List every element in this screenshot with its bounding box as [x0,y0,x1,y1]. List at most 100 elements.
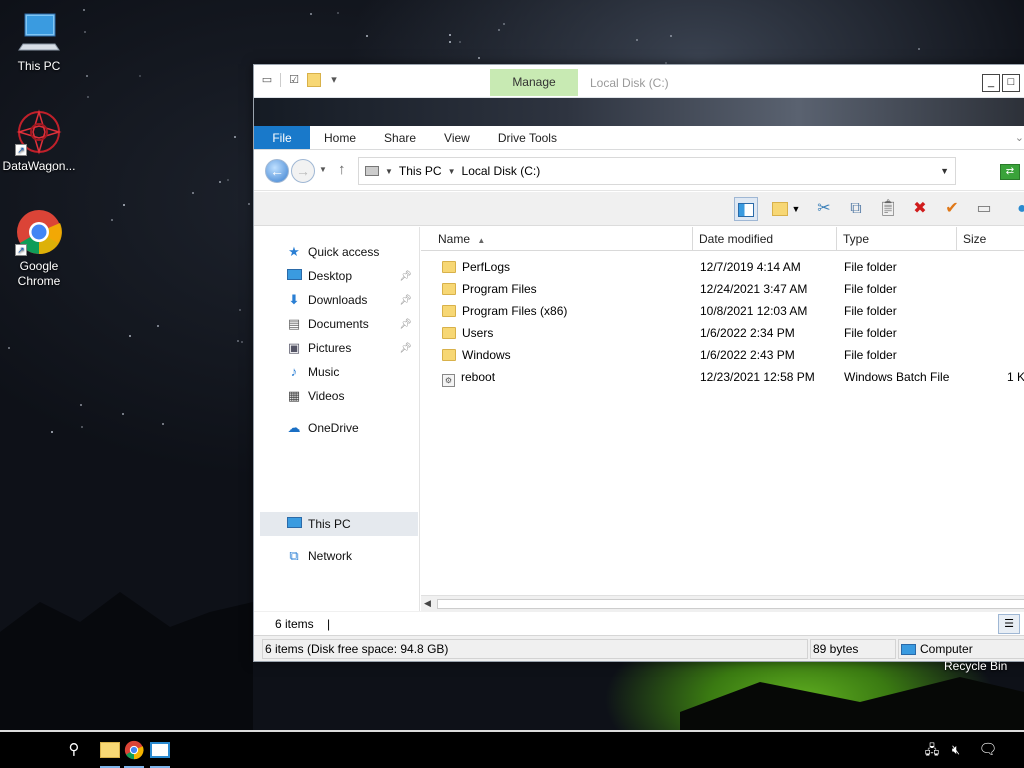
pin-icon[interactable]: 📌︎ [399,295,412,306]
nav-item-quick-access[interactable]: ★ Quick access [260,240,418,264]
address-dropdown-icon[interactable]: ▼ [940,166,949,176]
preview-pane-button[interactable] [734,197,758,221]
chevron-down-icon[interactable]: ▼ [790,197,802,221]
star-dot [449,34,451,36]
star-icon: ★ [288,244,300,259]
file-type: Windows Batch File [844,370,950,384]
delete-icon[interactable]: ✖ [908,197,932,221]
up-button[interactable]: ↑ [338,161,346,178]
nav-item-label: Documents [308,317,369,331]
file-name: Program Files (x86) [462,304,568,318]
file-row[interactable]: Users 1/6/2022 2:34 PM File folder [421,322,1024,344]
refresh-button[interactable]: ⇄ [1000,164,1020,180]
volume-muted-icon[interactable]: 🔇︎ [944,738,968,762]
pin-icon[interactable]: 📌︎ [399,319,412,330]
file-explorer-window: ▭ ☑ ▾ Manage Local Disk (C:) _ □ File Ho… [253,64,1024,662]
tab-view[interactable]: View [430,126,484,149]
network-icon: ⧉ [289,548,299,563]
nav-item-downloads[interactable]: ⬇ Downloads 📌︎ [260,288,418,312]
minimize-button[interactable]: _ [982,74,1000,92]
star-dot [310,13,312,15]
paste-icon[interactable]: 📋︎ [876,197,900,221]
globe-icon[interactable]: ● [1010,197,1024,221]
computer-icon [901,643,916,655]
file-row[interactable]: ⚙ reboot 12/23/2021 12:58 PM Windows Batc… [421,366,1024,388]
cut-icon[interactable]: ✂ [812,197,836,221]
file-type: File folder [844,304,897,318]
expand-ribbon-icon[interactable]: ⌄ [1015,131,1024,144]
desktop-icon-this-pc[interactable]: This PC [0,8,79,74]
back-button[interactable]: ← [265,159,289,183]
cloud-icon: ☁ [287,420,301,435]
batch-file-icon: ⚙ [442,374,455,387]
column-header-size[interactable]: Size [957,227,1024,251]
column-header-type[interactable]: Type [837,227,957,251]
nav-item-label: Desktop [308,269,353,283]
properties-icon[interactable]: ☑ [287,73,301,87]
scroll-left-icon[interactable]: ◀ [424,598,431,609]
chevron-down-icon[interactable]: ▼ [448,167,456,176]
forward-button[interactable]: → [291,159,315,183]
column-header-label: Name [438,232,471,246]
star-dot [111,219,113,221]
nav-item-music[interactable]: ♪ Music [260,360,418,384]
windows-logo-icon [27,740,41,754]
folder-icon [442,283,456,295]
network-tray-icon[interactable]: 🖧︎ [920,738,944,762]
tab-file[interactable]: File [254,126,310,149]
column-header-date-modified[interactable]: Date modified [693,227,837,251]
breadcrumb-this-pc[interactable]: This PC [399,164,442,178]
folder-icon [442,261,456,273]
maximize-button[interactable]: □ [1002,74,1020,92]
pin-icon[interactable]: 📌︎ [399,343,412,354]
nav-item-network[interactable]: ⧉ Network [260,544,418,568]
tab-manage[interactable]: Manage [490,69,578,96]
nav-item-pictures[interactable]: ▣ Pictures 📌︎ [260,336,418,360]
tab-home[interactable]: Home [310,126,370,149]
rename-icon[interactable]: ▭ [972,197,996,221]
desktop-icon-datawagon[interactable]: ↗ DataWagon... [0,108,79,174]
tab-drive-tools[interactable]: Drive Tools [484,126,571,149]
address-bar[interactable]: ▼ This PC ▼ Local Disk (C:) ▼ [358,157,956,185]
nav-item-videos[interactable]: ▦ Videos [260,384,418,408]
computer-icon [15,8,63,56]
pin-icon[interactable]: 📌︎ [399,271,412,282]
horizontal-scrollbar[interactable]: ◀ [421,595,1024,611]
column-header-name[interactable]: Name ▲ [421,227,693,251]
desktop-icon-chrome[interactable]: ↗ Google Chrome [0,208,79,289]
file-row[interactable]: Windows 1/6/2022 2:43 PM File folder [421,344,1024,366]
chrome-taskbar-button[interactable] [122,738,146,768]
chevron-down-icon[interactable]: ▾ [327,73,341,87]
checkmark-icon[interactable]: ✔ [940,197,964,221]
search-icon[interactable]: ⚲ [62,738,86,762]
chevron-down-icon[interactable]: ▼ [385,167,393,176]
desktop-icon-label[interactable]: Recycle Bin [944,659,1007,673]
nav-item-this-pc[interactable]: This PC [260,512,418,536]
star-dot [670,35,672,37]
app-taskbar-button[interactable] [148,738,172,768]
nav-item-onedrive[interactable]: ☁ OneDrive [260,416,418,440]
layout-button[interactable] [768,197,792,221]
file-date: 1/6/2022 2:34 PM [700,326,795,340]
recent-locations-icon[interactable]: ▼ [319,165,327,174]
chrome-icon [124,740,144,760]
file-row[interactable]: Program Files 12/24/2021 3:47 AM File fo… [421,278,1024,300]
tab-share[interactable]: Share [370,126,430,149]
file-row[interactable]: Program Files (x86) 10/8/2021 12:03 AM F… [421,300,1024,322]
new-folder-icon[interactable] [307,73,321,87]
star-dot [129,335,131,337]
scrollbar-thumb[interactable] [437,599,1024,609]
start-button[interactable] [22,738,46,762]
file-row[interactable]: PerfLogs 12/7/2019 4:14 AM File folder [421,256,1024,278]
details-view-icon[interactable]: ☰ [998,614,1020,634]
notifications-icon[interactable]: 🗨︎ [976,738,1000,762]
nav-item-documents[interactable]: ▤ Documents 📌︎ [260,312,418,336]
nav-item-desktop[interactable]: Desktop 📌︎ [260,264,418,288]
navigation-bar: ← → ▼ ↑ ▼ This PC ▼ Local Disk (C:) ▼ ⇄ [254,151,1024,191]
file-explorer-taskbar-button[interactable] [98,738,122,768]
breadcrumb-local-disk[interactable]: Local Disk (C:) [462,164,541,178]
file-type: File folder [844,260,897,274]
copy-icon[interactable]: ⧉ [844,197,868,221]
status-divider: | [327,617,331,631]
folder-icon [442,327,456,339]
